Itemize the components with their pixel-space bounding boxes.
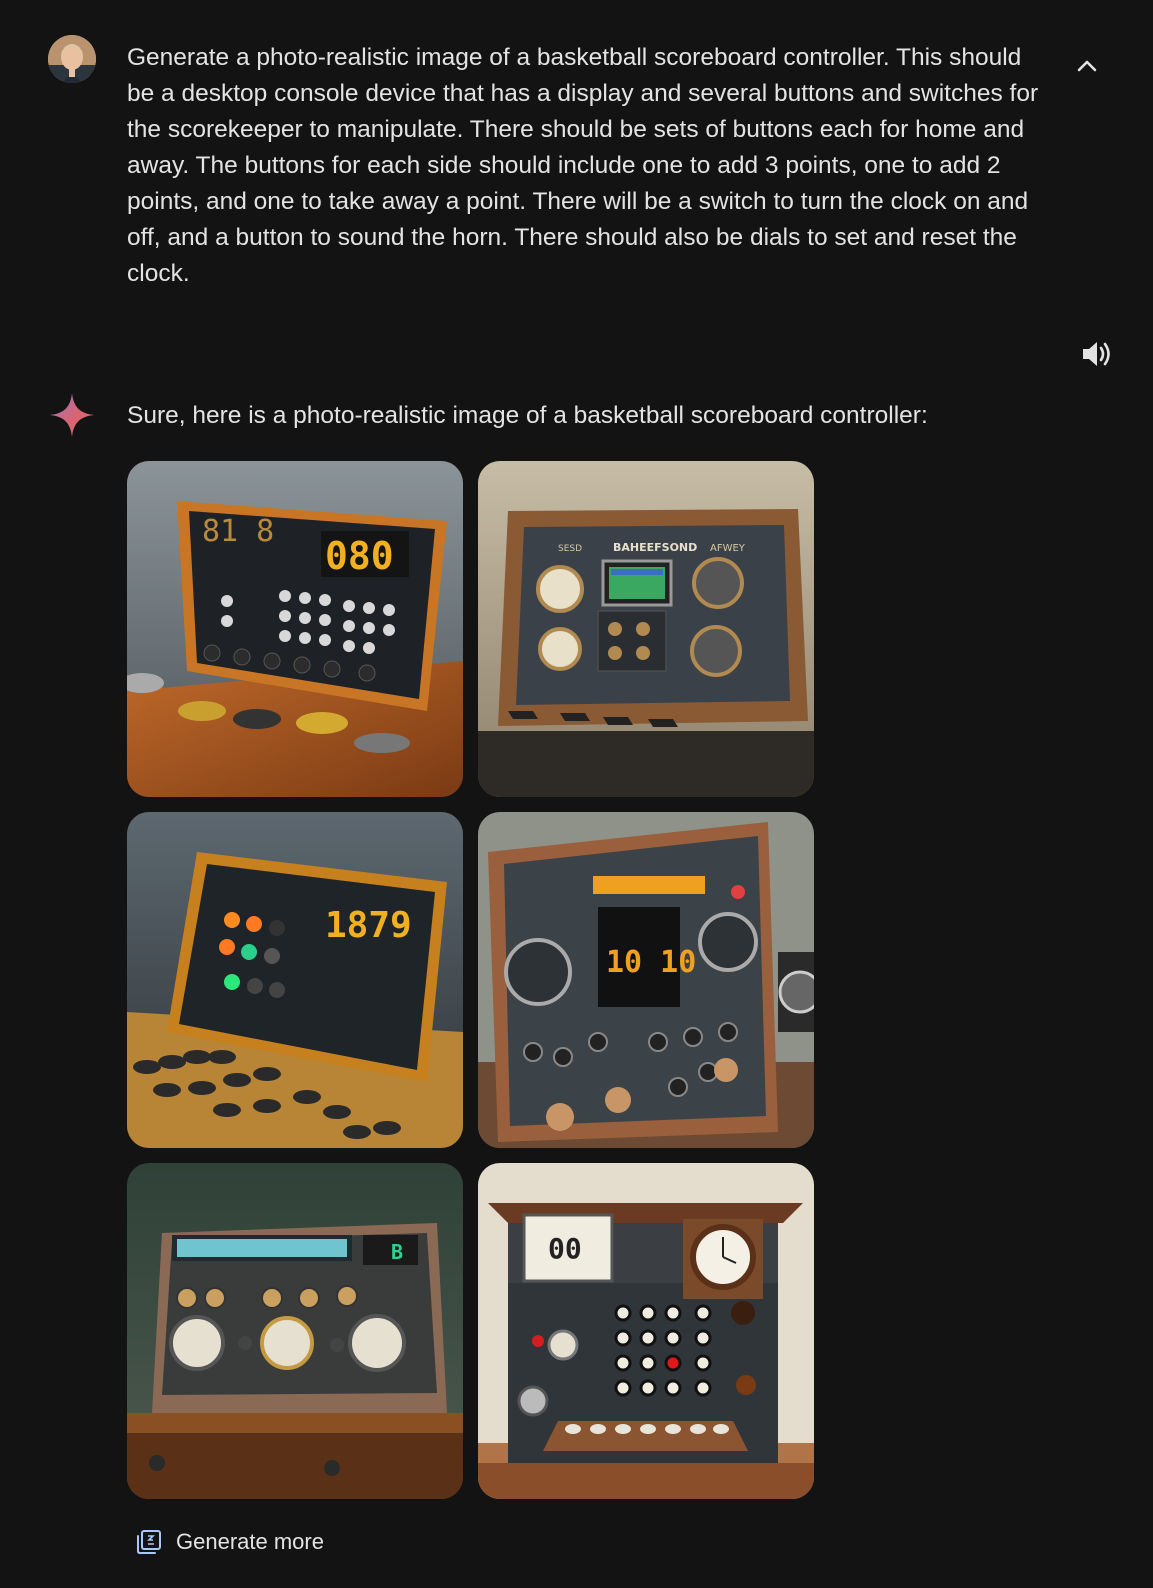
generated-image-3[interactable]: 1879 (127, 812, 463, 1148)
speaker-icon (1083, 342, 1110, 366)
image-4-display-readout: 10 10 (606, 945, 696, 980)
model-response-text: Sure, here is a photo-realistic image of… (127, 402, 928, 429)
sparkle-icon (48, 391, 96, 439)
image-5-display-readout: B (391, 1240, 403, 1264)
collapse-prompt-button[interactable] (1069, 48, 1105, 84)
image-2-title-label: BAHEEFSOND (613, 541, 697, 554)
generated-image-1[interactable]: 81 8 080 (127, 461, 463, 797)
generate-more-button[interactable]: Generate more (136, 1524, 324, 1560)
generate-more-label: Generate more (176, 1529, 324, 1554)
image-3-display-readout: 1879 (325, 905, 412, 946)
read-aloud-button[interactable] (1077, 334, 1117, 374)
user-avatar[interactable] (48, 35, 96, 83)
generated-image-grid: 81 8 080 SESD BAHEEFSOND AFWEY 1879 10 1… (127, 461, 814, 1499)
chat-page: Generate a photo-realistic image of a ba… (0, 0, 1153, 1588)
image-2-left-label: SESD (558, 544, 582, 554)
image-2-right-label: AFWEY (710, 543, 746, 554)
chevron-up-icon (1077, 60, 1097, 72)
generated-image-6[interactable]: 00 (478, 1163, 814, 1499)
image-1-display-label: 81 8 (202, 514, 274, 549)
image-stack-icon (137, 1530, 161, 1554)
generated-image-2[interactable]: SESD BAHEEFSOND AFWEY (478, 461, 814, 797)
generated-image-4[interactable]: 10 10 (478, 812, 814, 1148)
user-prompt-text: Generate a photo-realistic image of a ba… (127, 44, 1039, 287)
image-1-display-readout: 080 (325, 534, 394, 578)
image-6-display-readout: 00 (548, 1232, 582, 1265)
generated-image-5[interactable]: B (127, 1163, 463, 1499)
